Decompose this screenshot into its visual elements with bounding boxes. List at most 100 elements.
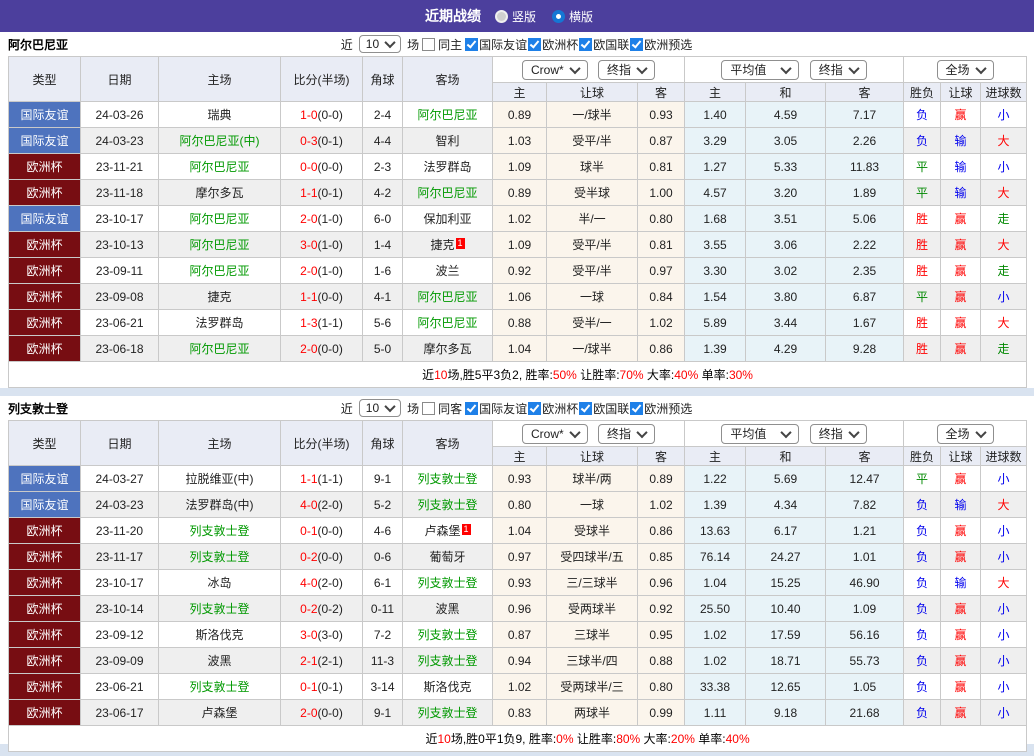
odds-home-cell: 0.96 — [493, 596, 547, 622]
away-team-name: 捷克 — [430, 238, 454, 252]
match-row: 欧洲杯 23-10-13 阿尔巴尼亚 3-0(1-0) 1-4 捷克1 1.09… — [9, 232, 1027, 258]
chevron-down-icon — [569, 62, 580, 73]
halftime-score: (2-0) — [318, 498, 343, 512]
competition-filter-item[interactable]: 欧洲预选 — [630, 400, 692, 417]
col-home: 主场 — [159, 421, 281, 466]
fulltime-select[interactable]: 全场 — [937, 424, 994, 444]
avg-draw-cell: 5.33 — [746, 154, 826, 180]
corners-cell: 0-6 — [363, 544, 403, 570]
layout-radio-vertical[interactable]: 竖版 — [495, 8, 536, 25]
match-row: 欧洲杯 23-10-14 列支敦士登 0-2(0-2) 0-11 波黑 0.96… — [9, 596, 1027, 622]
radio-icon[interactable] — [552, 10, 565, 23]
filter-controls: 近 10 场 同客 国际友谊 — [341, 399, 693, 417]
competition-filter-item[interactable]: 欧洲预选 — [630, 36, 692, 53]
team-name: 阿尔巴尼亚 — [8, 36, 68, 53]
fulltime-score: 0-1 — [300, 680, 317, 694]
avg-away-cell: 2.35 — [826, 258, 904, 284]
result-wdl-cell: 负 — [904, 570, 941, 596]
result-wdl-cell: 负 — [904, 544, 941, 570]
competition-filter-item[interactable]: 欧国联 — [579, 36, 629, 53]
checkbox-checked-icon[interactable] — [630, 402, 643, 415]
away-team-name: 葡萄牙 — [429, 550, 465, 564]
radio-label[interactable]: 横版 — [569, 8, 593, 25]
result-wdl-cell: 负 — [904, 700, 941, 726]
odds-group-header: Crow* 终指 — [493, 57, 685, 83]
summary-row: 近10场,胜0平1负9, 胜率:0% 让胜率:80% 大率:20% 单率:40% — [9, 726, 1027, 752]
radio-label[interactable]: 竖版 — [512, 8, 536, 25]
result-goals-cell: 大 — [981, 492, 1027, 518]
layout-radio-horizontal[interactable]: 横版 — [552, 8, 593, 25]
match-date: 23-06-18 — [81, 336, 159, 362]
away-team: 法罗群岛 — [403, 154, 493, 180]
match-type-badge: 欧洲杯 — [9, 154, 81, 180]
same-venue-checkbox[interactable] — [422, 402, 435, 415]
summary-part: 40% — [674, 368, 698, 382]
odds-home-cell: 0.88 — [493, 310, 547, 336]
odds-away-cell: 0.81 — [638, 154, 685, 180]
competition-filter-item[interactable]: 欧洲杯 — [528, 36, 578, 53]
checkbox-checked-icon[interactable] — [579, 402, 592, 415]
fulltime-score: 0-1 — [300, 524, 317, 538]
col-away: 客场 — [403, 57, 493, 102]
final-odds-select[interactable]: 终指 — [598, 60, 655, 80]
result-wdl-cell: 胜 — [904, 336, 941, 362]
fulltime-score: 3-0 — [300, 238, 317, 252]
summary-part: 70% — [620, 368, 644, 382]
checkbox-checked-icon[interactable] — [465, 402, 478, 415]
home-team: 法罗群岛 — [159, 310, 281, 336]
away-team-name: 列支敦士登 — [417, 576, 477, 590]
checkbox-checked-icon[interactable] — [528, 38, 541, 51]
checkbox-checked-icon[interactable] — [579, 38, 592, 51]
col-avg-away: 客 — [826, 447, 904, 466]
odds-company-select[interactable]: Crow* — [522, 424, 588, 444]
score-cell: 1-0(0-0) — [281, 102, 363, 128]
odds-home-cell: 0.93 — [493, 466, 547, 492]
checkbox-checked-icon[interactable] — [630, 38, 643, 51]
corners-cell: 6-1 — [363, 570, 403, 596]
fulltime-score: 3-0 — [300, 628, 317, 642]
match-date: 23-09-12 — [81, 622, 159, 648]
away-team-name: 卢森堡 — [424, 524, 460, 538]
odds-company-select[interactable]: Crow* — [522, 60, 588, 80]
competition-filter-item[interactable]: 国际友谊 — [465, 400, 527, 417]
checkbox-checked-icon[interactable] — [465, 38, 478, 51]
same-venue-checkbox[interactable] — [422, 38, 435, 51]
result-wdl-cell: 平 — [904, 154, 941, 180]
match-type-badge: 国际友谊 — [9, 102, 81, 128]
result-goals-cell: 走 — [981, 336, 1027, 362]
competition-filter-item[interactable]: 欧洲杯 — [528, 400, 578, 417]
col-score: 比分(半场) — [281, 57, 363, 102]
checkbox-checked-icon[interactable] — [528, 402, 541, 415]
team-name: 列支敦士登 — [8, 400, 68, 417]
fulltime-score: 0-2 — [300, 602, 317, 616]
final-odds-select-2[interactable]: 终指 — [810, 60, 867, 80]
average-select[interactable]: 平均值 — [721, 60, 799, 80]
score-cell: 0-1(0-0) — [281, 518, 363, 544]
match-count-select[interactable]: 10 — [359, 399, 401, 417]
avg-draw-cell: 3.80 — [746, 284, 826, 310]
result-goals-cell: 大 — [981, 180, 1027, 206]
away-team-name: 智利 — [435, 134, 459, 148]
away-team: 阿尔巴尼亚 — [403, 310, 493, 336]
fulltime-score: 1-1 — [300, 290, 317, 304]
result-goals-cell: 小 — [981, 102, 1027, 128]
competition-label: 欧洲预选 — [644, 400, 692, 417]
fulltime-select[interactable]: 全场 — [937, 60, 994, 80]
match-type-badge: 欧洲杯 — [9, 700, 81, 726]
final-odds-select[interactable]: 终指 — [598, 424, 655, 444]
radio-icon[interactable] — [495, 10, 508, 23]
match-count-select[interactable]: 10 — [359, 35, 401, 53]
average-select[interactable]: 平均值 — [721, 424, 799, 444]
avg-away-cell: 1.09 — [826, 596, 904, 622]
page: 近期战绩 竖版 横版 阿尔巴尼亚 近 10 场 同主 — [0, 0, 1034, 744]
match-row: 国际友谊 23-10-17 阿尔巴尼亚 2-0(1-0) 6-0 保加利亚 1.… — [9, 206, 1027, 232]
avg-home-cell: 1.11 — [685, 700, 746, 726]
result-handicap-cell: 赢 — [941, 258, 981, 284]
result-goals-cell: 大 — [981, 128, 1027, 154]
final-odds-select-2[interactable]: 终指 — [810, 424, 867, 444]
odds-home-cell: 1.03 — [493, 128, 547, 154]
score-cell: 1-1(0-0) — [281, 284, 363, 310]
result-handicap-cell: 赢 — [941, 284, 981, 310]
competition-filter-item[interactable]: 国际友谊 — [465, 36, 527, 53]
competition-filter-item[interactable]: 欧国联 — [579, 400, 629, 417]
